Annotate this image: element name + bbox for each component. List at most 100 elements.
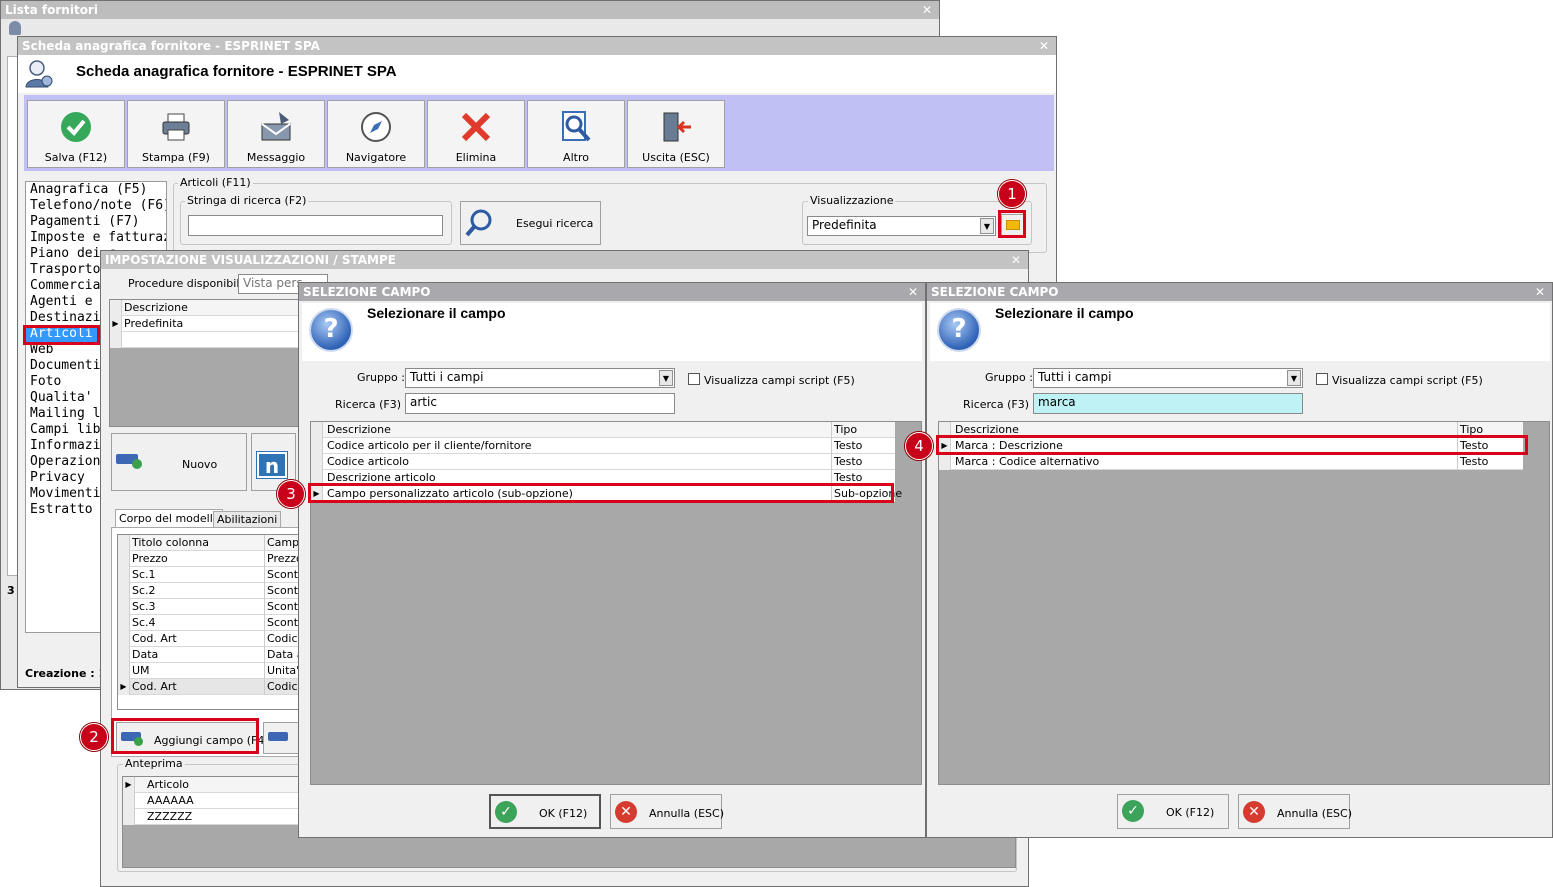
toolbar-button[interactable]: Uscita (ESC) [627,100,725,168]
chevron-down-icon[interactable]: ▼ [659,370,673,386]
column-header: Titolo colonna [132,536,210,549]
table-row[interactable]: Data Data a [118,647,304,663]
close-icon[interactable]: ✕ [1010,251,1022,269]
list-header: Descrizione [110,300,298,316]
group-select-value: Tutti i campi [410,370,484,384]
search-input[interactable]: artic [405,393,675,414]
table-row[interactable]: Sc.4 Sconto [118,615,305,631]
chevron-down-icon[interactable]: ▼ [980,218,994,234]
script-checkbox-label: Visualizza campi script (F5) [704,374,855,387]
fields-grid[interactable]: Descrizione Tipo Codice articolo per il c… [310,421,922,785]
row-pointer-icon: ▶ [123,777,135,793]
column-title: Sc.4 [132,616,156,629]
table-row[interactable]: Sc.1 Sconto [118,567,305,583]
question-icon: ? [309,308,353,352]
close-icon[interactable]: ✕ [907,283,919,301]
toolbar-button[interactable]: Navigatore [327,100,425,168]
sidebar-item[interactable]: Telefono/note (F6) [26,198,166,214]
columns-grid[interactable]: Titolo colonna Campo Prezzo Prezzo Sc.1 Scont… [117,534,306,710]
search-input[interactable]: marca [1033,393,1303,414]
toolbar-button-label: Altro [563,151,589,164]
row-indicator [118,567,130,583]
cancel-icon: ✕ [615,801,637,823]
step-badge-4: 4 [905,432,933,460]
check-icon: ✓ [495,801,517,823]
close-icon[interactable]: ✕ [1038,37,1050,55]
avatar [9,21,21,35]
group-select[interactable]: Tutti i campi ▼ [405,368,675,388]
field-description: Marca : Codice alternativo [955,455,1100,468]
chevron-down-icon[interactable]: ▼ [1287,370,1301,386]
new-button[interactable]: Nuovo [111,433,247,491]
table-row[interactable]: Cod. Art Codice [118,631,304,647]
window-title: SELEZIONE CAMPO [927,283,1552,301]
search-button[interactable]: Esegui ricerca [460,201,601,245]
printer-icon [159,110,193,144]
table-row[interactable]: Codice articolo Testo [311,454,895,470]
ok-button[interactable]: ✓ OK (F12) [1117,794,1229,829]
toolbar-button[interactable]: Altro [527,100,625,168]
preview-label: Anteprima [123,757,185,770]
views-list[interactable]: Descrizione ▶ Predefinita [109,299,299,427]
toolbar-button[interactable]: Elimina [427,100,525,168]
sidebar-item[interactable]: Imposte e fatturazio [26,230,166,246]
sidebar-item[interactable]: Pagamenti (F7) [26,214,166,230]
toolbar-button-label: Navigatore [345,151,407,164]
list-empty-row [110,332,298,348]
script-checkbox[interactable] [1316,373,1328,385]
column-header: Descrizione [327,423,391,436]
cancel-button[interactable]: ✕ Annulla (ESC) [610,794,724,829]
field-type: Testo [831,438,862,454]
search-label: Ricerca (F3) : [963,398,1037,411]
plus-icon [132,459,142,469]
search-button-label: Esegui ricerca [516,217,594,230]
delete-icon [459,110,493,144]
search-input[interactable] [188,215,443,236]
highlight-folder-button [998,210,1026,238]
tab-corpo-del-modello[interactable]: Corpo del modello [115,509,224,527]
row-indicator [118,647,130,663]
table-row[interactable]: Codice articolo per il cliente/fornitore… [311,438,895,454]
sidebar-item[interactable]: Anagrafica (F5) [26,182,166,198]
table-row[interactable]: Prezzo Prezzo [118,551,303,567]
ok-button-label: OK (F12) [1166,806,1215,819]
column-header: Articolo [147,778,189,791]
search-document-icon [559,110,593,144]
cancel-button-label: Annulla (ESC) [1277,807,1352,820]
step-badge-2: 2 [80,723,108,751]
close-icon[interactable]: ✕ [1534,283,1546,301]
fields-grid[interactable]: Descrizione Tipo ▶ Marca : Descrizione Test… [938,421,1550,785]
script-checkbox[interactable] [688,373,700,385]
highlight-sub-option-row [308,483,894,503]
person-icon [24,59,54,89]
toolbar-button[interactable]: Stampa (F9) [127,100,225,168]
table-row[interactable]: UM Unita' [118,663,299,679]
table-row[interactable]: Sc.3 Sconto [118,599,305,615]
field-description: Codice articolo per il cliente/fornitore [327,439,532,452]
highlight-articoli [23,325,100,345]
group-select-value: Tutti i campi [1038,370,1112,384]
column-field: Prezzo [264,551,303,567]
toolbar-button[interactable]: Messaggio [227,100,325,168]
table-row[interactable]: Sc.2 Sconto [118,583,305,599]
toolbar-button-label: Elimina [455,151,497,164]
table-row[interactable]: Marca : Codice alternativo Testo [939,454,1523,470]
group-select[interactable]: Tutti i campi ▼ [1033,368,1303,388]
cancel-icon: ✕ [1243,801,1265,823]
field-type: Testo [1457,454,1488,470]
dialog-heading: Selezionare il campo [995,305,1134,321]
row-indicator [118,663,130,679]
view-select[interactable]: Predefinita ▼ [807,216,996,236]
compass-icon [359,110,393,144]
list-item[interactable]: ▶ Predefinita [110,316,298,332]
cancel-button[interactable]: ✕ Annulla (ESC) [1238,794,1352,829]
add-field-extra-button[interactable] [263,722,299,754]
window-title: Lista fornitori [1,1,939,19]
tab-abilitazioni[interactable]: Abilitazioni [213,511,282,527]
close-icon[interactable]: ✕ [921,1,933,19]
ok-button[interactable]: ✓ OK (F12) [489,794,601,829]
toolbar-button[interactable]: Salva (F12) [27,100,125,168]
table-row[interactable]: ▶ Cod. Art Codice [118,679,304,695]
question-icon: ? [937,308,981,352]
column-title: Sc.2 [132,584,156,597]
